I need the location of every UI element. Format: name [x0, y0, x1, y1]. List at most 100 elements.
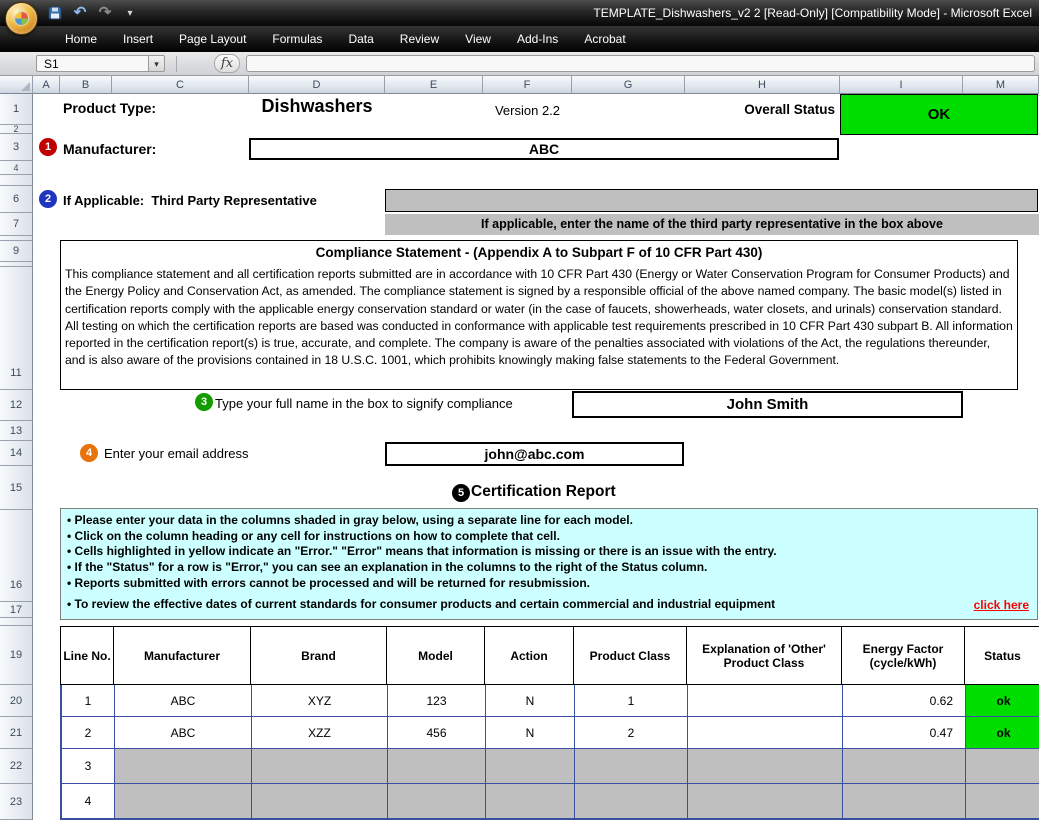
column-header-M[interactable]: M	[963, 76, 1039, 94]
column-header-D[interactable]: D	[249, 76, 385, 94]
table-cell-model-row1[interactable]: 123	[387, 685, 485, 717]
signature-input[interactable]: John Smith	[572, 391, 963, 418]
table-cell-product_class-row1[interactable]: 1	[574, 685, 687, 717]
row-header-4[interactable]: 4	[0, 161, 33, 175]
table-cell-action-row3[interactable]	[485, 749, 574, 784]
row-header-13[interactable]: 13	[0, 421, 33, 441]
column-header-G[interactable]: G	[572, 76, 685, 94]
row-header-hidden-4[interactable]	[0, 175, 33, 186]
ribbon-tab-data[interactable]: Data	[335, 27, 386, 51]
column-header-H[interactable]: H	[685, 76, 840, 94]
table-cell-energy_factor-row4[interactable]	[842, 784, 965, 818]
table-cell-energy_factor-row1[interactable]: 0.62	[842, 685, 965, 717]
table-cell-product_class-row3[interactable]	[574, 749, 687, 784]
name-box[interactable]: S1	[36, 55, 148, 72]
table-cell-explanation-row1[interactable]	[687, 685, 842, 717]
table-cell-brand-row4[interactable]	[251, 784, 387, 818]
click-here-link[interactable]: click here	[974, 598, 1031, 612]
table-header-brand[interactable]: Brand	[250, 627, 386, 684]
table-cell-explanation-row4[interactable]	[687, 784, 842, 818]
table-cell-explanation-row2[interactable]	[687, 717, 842, 749]
column-header-E[interactable]: E	[385, 76, 483, 94]
row-header-20[interactable]: 20	[0, 685, 33, 717]
qat-dropdown-icon[interactable]: ▾	[121, 4, 139, 22]
table-cell-action-row4[interactable]	[485, 784, 574, 818]
table-header-model[interactable]: Model	[386, 627, 484, 684]
fx-icon[interactable]: fx	[214, 54, 240, 73]
table-cell-manufacturer-row1[interactable]: ABC	[114, 685, 251, 717]
table-cell-model-row4[interactable]	[387, 784, 485, 818]
row-header-23[interactable]: 23	[0, 784, 33, 820]
row-header-14[interactable]: 14	[0, 441, 33, 466]
ribbon-tab-view[interactable]: View	[452, 27, 504, 51]
table-cell-manufacturer-row4[interactable]	[114, 784, 251, 818]
ribbon-tab-page-layout[interactable]: Page Layout	[166, 27, 259, 51]
table-cell-line-row3[interactable]: 3	[62, 749, 114, 784]
row-header-hidden-17[interactable]	[0, 618, 33, 626]
table-header-line-no[interactable]: Line No.	[61, 627, 113, 684]
ribbon-tab-review[interactable]: Review	[387, 27, 452, 51]
table-cell-line-row1[interactable]: 1	[62, 685, 114, 717]
redo-icon[interactable]: ↷	[96, 4, 114, 22]
column-header-B[interactable]: B	[60, 76, 112, 94]
table-cell-action-row2[interactable]: N	[485, 717, 574, 749]
ribbon-tab-formulas[interactable]: Formulas	[259, 27, 335, 51]
save-icon[interactable]	[46, 4, 64, 22]
row-header-15[interactable]: 15	[0, 466, 33, 510]
ribbon-tab-add-ins[interactable]: Add-Ins	[504, 27, 571, 51]
ribbon-tab-insert[interactable]: Insert	[110, 27, 166, 51]
row-header-9[interactable]: 9	[0, 241, 33, 262]
table-cell-manufacturer-row3[interactable]	[114, 749, 251, 784]
manufacturer-input[interactable]: ABC	[249, 138, 839, 160]
name-box-dropdown-icon[interactable]: ▾	[148, 55, 165, 72]
row-header-2[interactable]: 2	[0, 125, 33, 134]
row-header-7[interactable]: 7	[0, 213, 33, 236]
table-header-product-class[interactable]: Product Class	[573, 627, 686, 684]
table-cell-energy_factor-row2[interactable]: 0.47	[842, 717, 965, 749]
ribbon-tab-home[interactable]: Home	[52, 27, 110, 51]
table-cell-brand-row2[interactable]: XZZ	[251, 717, 387, 749]
table-cell-manufacturer-row2[interactable]: ABC	[114, 717, 251, 749]
ribbon-tab-acrobat[interactable]: Acrobat	[571, 27, 638, 51]
row-header-19[interactable]: 19	[0, 626, 33, 685]
office-button[interactable]	[5, 2, 38, 35]
row-header-17[interactable]: 17	[0, 602, 33, 618]
row-header-22[interactable]: 22	[0, 749, 33, 784]
table-cell-brand-row3[interactable]	[251, 749, 387, 784]
row-header-16[interactable]: 16	[0, 510, 33, 602]
column-header-C[interactable]: C	[112, 76, 249, 94]
table-cell-product_class-row2[interactable]: 2	[574, 717, 687, 749]
row-header-11[interactable]: 11	[0, 267, 33, 390]
table-header-energy-factor-cycle-kwh[interactable]: Energy Factor (cycle/kWh)	[841, 627, 964, 684]
table-header-manufacturer[interactable]: Manufacturer	[113, 627, 250, 684]
row-header-12[interactable]: 12	[0, 390, 33, 421]
table-cell-status-row4[interactable]	[965, 784, 1039, 818]
table-cell-line-row4[interactable]: 4	[62, 784, 114, 818]
table-cell-explanation-row3[interactable]	[687, 749, 842, 784]
table-cell-model-row2[interactable]: 456	[387, 717, 485, 749]
table-cell-product_class-row4[interactable]	[574, 784, 687, 818]
table-cell-status-row2[interactable]: ok	[965, 717, 1039, 749]
table-cell-brand-row1[interactable]: XYZ	[251, 685, 387, 717]
undo-icon[interactable]: ↶	[71, 4, 89, 22]
table-header-explanation-of-other-product-class[interactable]: Explanation of 'Other' Product Class	[686, 627, 841, 684]
table-cell-model-row3[interactable]	[387, 749, 485, 784]
select-all-corner[interactable]	[0, 76, 33, 94]
table-cell-status-row1[interactable]: ok	[965, 685, 1039, 717]
column-header-A[interactable]: A	[33, 76, 60, 94]
row-header-21[interactable]: 21	[0, 717, 33, 749]
row-header-3[interactable]: 3	[0, 134, 33, 161]
column-header-I[interactable]: I	[840, 76, 963, 94]
table-cell-action-row1[interactable]: N	[485, 685, 574, 717]
third-party-input[interactable]	[385, 189, 1038, 212]
table-header-action[interactable]: Action	[484, 627, 573, 684]
table-cell-energy_factor-row3[interactable]	[842, 749, 965, 784]
row-header-6[interactable]: 6	[0, 186, 33, 213]
column-header-F[interactable]: F	[483, 76, 572, 94]
table-cell-line-row2[interactable]: 2	[62, 717, 114, 749]
row-header-1[interactable]: 1	[0, 94, 33, 125]
formula-input[interactable]	[246, 55, 1035, 72]
email-input[interactable]: john@abc.com	[385, 442, 684, 466]
table-header-status[interactable]: Status	[964, 627, 1039, 684]
table-cell-status-row3[interactable]	[965, 749, 1039, 784]
